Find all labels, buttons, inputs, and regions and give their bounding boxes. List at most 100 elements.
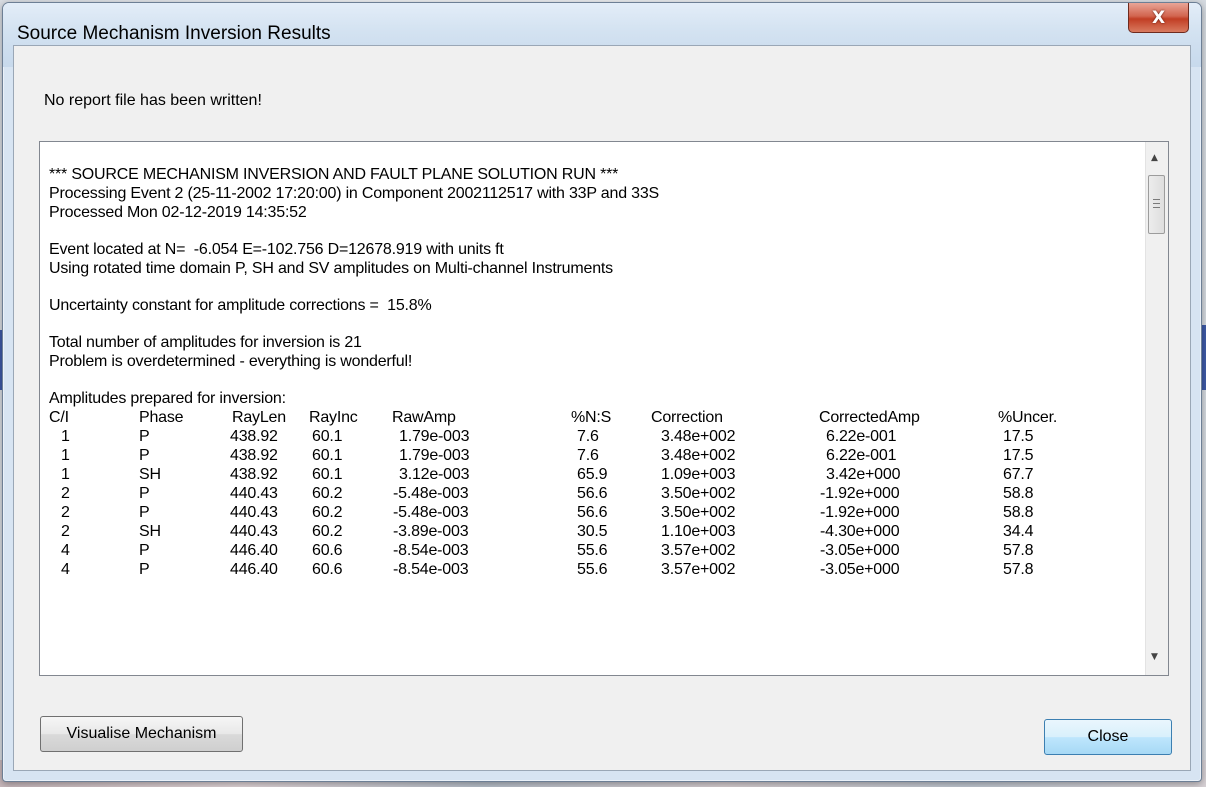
table-row-cell: 3.12e-003 [399, 466, 470, 483]
table-row-cell: 1 [61, 428, 70, 445]
table-row-cell: 3.48e+002 [661, 447, 736, 464]
report-blank-line [49, 222, 1130, 240]
report-line: Using rotated time domain P, SH and SV a… [49, 260, 613, 277]
table-row-cell: 57.8 [1003, 561, 1034, 578]
table-row-cell: 438.92 [230, 447, 278, 464]
table-row-cell: P [139, 561, 150, 578]
table-row-cell: P [139, 542, 150, 559]
vertical-scrollbar[interactable]: ▲ ▼ [1145, 142, 1168, 675]
scroll-down-arrow-icon[interactable]: ▼ [1151, 652, 1158, 662]
table-row-cell: 440.43 [230, 523, 278, 540]
table-row-cell: 56.6 [577, 485, 608, 502]
scroll-up-arrow-icon[interactable]: ▲ [1151, 153, 1158, 163]
dialog-client-area: No report file has been written! *** SOU… [13, 45, 1191, 771]
table-row-cell: 58.8 [1003, 485, 1034, 502]
close-button[interactable]: Close [1044, 719, 1172, 755]
table-row-cell: 30.5 [577, 523, 608, 540]
table-header-cell: Correction [651, 409, 723, 426]
table-row-cell: 58.8 [1003, 504, 1034, 521]
table-row-cell: -8.54e-003 [393, 542, 469, 559]
table-row-cell: 60.1 [312, 447, 343, 464]
table-row-cell: P [139, 428, 150, 445]
table-row-cell: 55.6 [577, 542, 608, 559]
table-header-cell: CorrectedAmp [819, 409, 920, 426]
table-row-cell: -5.48e-003 [393, 485, 469, 502]
table-header-cell: RayInc [309, 409, 358, 426]
table-row-cell: 60.6 [312, 542, 343, 559]
table-row-cell: -1.92e+000 [820, 485, 900, 502]
table-row-cell: 7.6 [577, 428, 599, 445]
table-row-cell: P [139, 504, 150, 521]
window-close-button[interactable]: X [1128, 3, 1189, 33]
table-row-cell: 34.4 [1003, 523, 1034, 540]
table-row-cell: 60.2 [312, 485, 343, 502]
table-row-cell: 2 [61, 523, 70, 540]
table-row-cell: SH [139, 523, 161, 540]
report-line: Processed Mon 02-12-2019 14:35:52 [49, 204, 307, 221]
table-row: 4 P 446.40 60.6 -8.54e-003 55.6 3.57e+002 -3.05… [49, 560, 1130, 579]
table-row-cell: 1.09e+003 [661, 466, 736, 483]
table-row-cell: SH [139, 466, 161, 483]
table-row-cell: -1.92e+000 [820, 504, 900, 521]
table-row-cell: 65.9 [577, 466, 608, 483]
table-row-cell: P [139, 485, 150, 502]
table-header-cell: %N:S [571, 409, 612, 426]
table-row-cell: 7.6 [577, 447, 599, 464]
table-row: 4 P 446.40 60.6 -8.54e-003 55.6 3.57e+002 -3.05… [49, 541, 1130, 560]
table-row-cell: 3.50e+002 [661, 504, 736, 521]
table-header-cell: RayLen [232, 409, 286, 426]
table-row-cell: 60.2 [312, 523, 343, 540]
table-row-cell: -3.89e-003 [393, 523, 469, 540]
table-row-cell: 4 [61, 542, 70, 559]
report-blank-line [49, 371, 1130, 389]
table-row-cell: 1.10e+003 [661, 523, 736, 540]
table-header-cell: C/I [49, 409, 69, 426]
table-row-cell: 446.40 [230, 542, 278, 559]
table-header-cell: RawAmp [392, 409, 456, 426]
table-row-cell: 1.79e-003 [399, 428, 470, 445]
table-row-cell: 17.5 [1003, 428, 1034, 445]
table-row: 1 P 438.92 60.1 1.79e-003 7.6 3.48e+002 6.22e-0… [49, 446, 1130, 465]
table-row-cell: 60.2 [312, 504, 343, 521]
report-line: Total number of amplitudes for inversion… [49, 334, 362, 351]
table-row-cell: 3.57e+002 [661, 542, 736, 559]
table-row-cell: 440.43 [230, 504, 278, 521]
table-row-cell: 1 [61, 447, 70, 464]
report-line: Problem is overdetermined - everything i… [49, 353, 413, 370]
table-row-cell: 1.79e-003 [399, 447, 470, 464]
table-row: 2 P 440.43 60.2 -5.48e-003 56.6 3.50e+002 -1.92… [49, 503, 1130, 522]
table-header-cell: %Uncer. [998, 409, 1058, 426]
table-row-cell: 446.40 [230, 561, 278, 578]
report-text: *** SOURCE MECHANISM INVERSION AND FAULT… [49, 165, 1130, 579]
report-blank-line [49, 315, 1130, 333]
table-row-cell: 57.8 [1003, 542, 1034, 559]
table-header-cell: Phase [139, 409, 184, 426]
table-row-cell: 2 [61, 504, 70, 521]
table-row-cell: 6.22e-001 [826, 428, 897, 445]
report-line: *** SOURCE MECHANISM INVERSION AND FAULT… [49, 166, 619, 183]
table-row-cell: 67.7 [1003, 466, 1034, 483]
report-line: Processing Event 2 (25-11-2002 17:20:00)… [49, 185, 660, 202]
report-textbox[interactable]: *** SOURCE MECHANISM INVERSION AND FAULT… [39, 141, 1169, 676]
status-message: No report file has been written! [44, 92, 262, 109]
table-row-cell: -3.05e+000 [820, 561, 900, 578]
table-row-cell: -8.54e-003 [393, 561, 469, 578]
close-icon: X [1151, 7, 1166, 28]
table-row-cell: 440.43 [230, 485, 278, 502]
window-title: Source Mechanism Inversion Results [17, 23, 331, 44]
table-header: C/I Phase RayLen RayInc RawAmp %N:S Correction… [49, 408, 1130, 427]
table-row: 1 P 438.92 60.1 1.79e-003 7.6 3.48e+002 6.22e-0… [49, 427, 1130, 446]
scrollbar-thumb[interactable] [1148, 175, 1165, 234]
report-line: Uncertainty constant for amplitude corre… [49, 297, 432, 314]
table-row-cell: 3.57e+002 [661, 561, 736, 578]
table-row-cell: 55.6 [577, 561, 608, 578]
table-row-cell: 3.50e+002 [661, 485, 736, 502]
visualise-mechanism-button[interactable]: Visualise Mechanism [40, 716, 243, 752]
table-row-cell: 2 [61, 485, 70, 502]
table-row-cell: 60.6 [312, 561, 343, 578]
table-row-cell: 60.1 [312, 466, 343, 483]
table-row-cell: 6.22e-001 [826, 447, 897, 464]
table-row-cell: 1 [61, 466, 70, 483]
table-row: 2 SH 440.43 60.2 -3.89e-003 30.5 1.10e+003 -4.3… [49, 522, 1130, 541]
report-line: Event located at N= -6.054 E=-102.756 D=… [49, 241, 504, 258]
